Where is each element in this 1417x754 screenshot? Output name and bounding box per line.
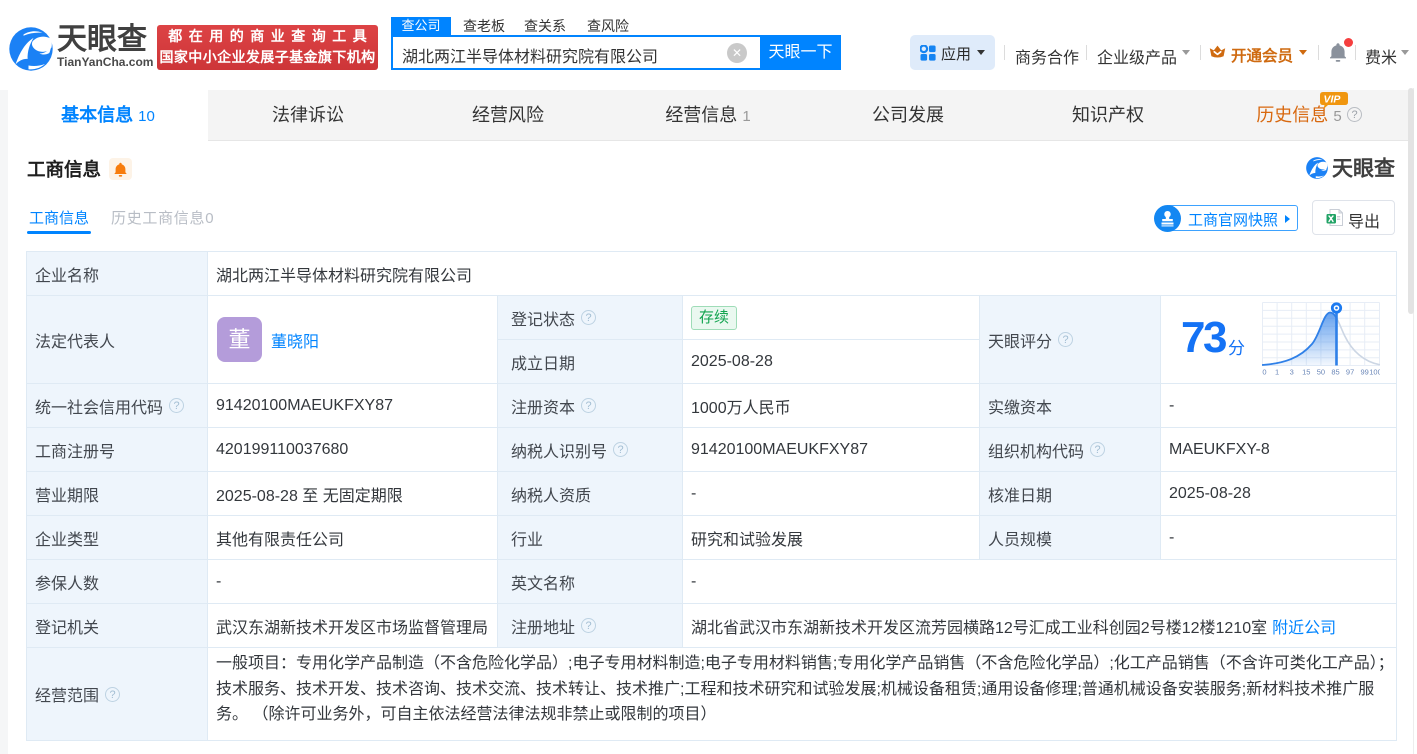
svg-text:85: 85 — [1331, 368, 1339, 377]
svg-text:1: 1 — [1275, 368, 1279, 377]
svg-text:0: 0 — [1262, 368, 1266, 377]
svg-text:天眼查: 天眼查 — [1332, 157, 1395, 179]
svg-text:15: 15 — [1302, 368, 1310, 377]
svg-text:VIP: VIP — [1324, 94, 1342, 106]
svg-text:3: 3 — [1290, 368, 1294, 377]
svg-text:50: 50 — [1317, 368, 1325, 377]
svg-text:100: 100 — [1369, 368, 1380, 377]
svg-text:99: 99 — [1361, 368, 1369, 377]
svg-text:97: 97 — [1346, 368, 1354, 377]
